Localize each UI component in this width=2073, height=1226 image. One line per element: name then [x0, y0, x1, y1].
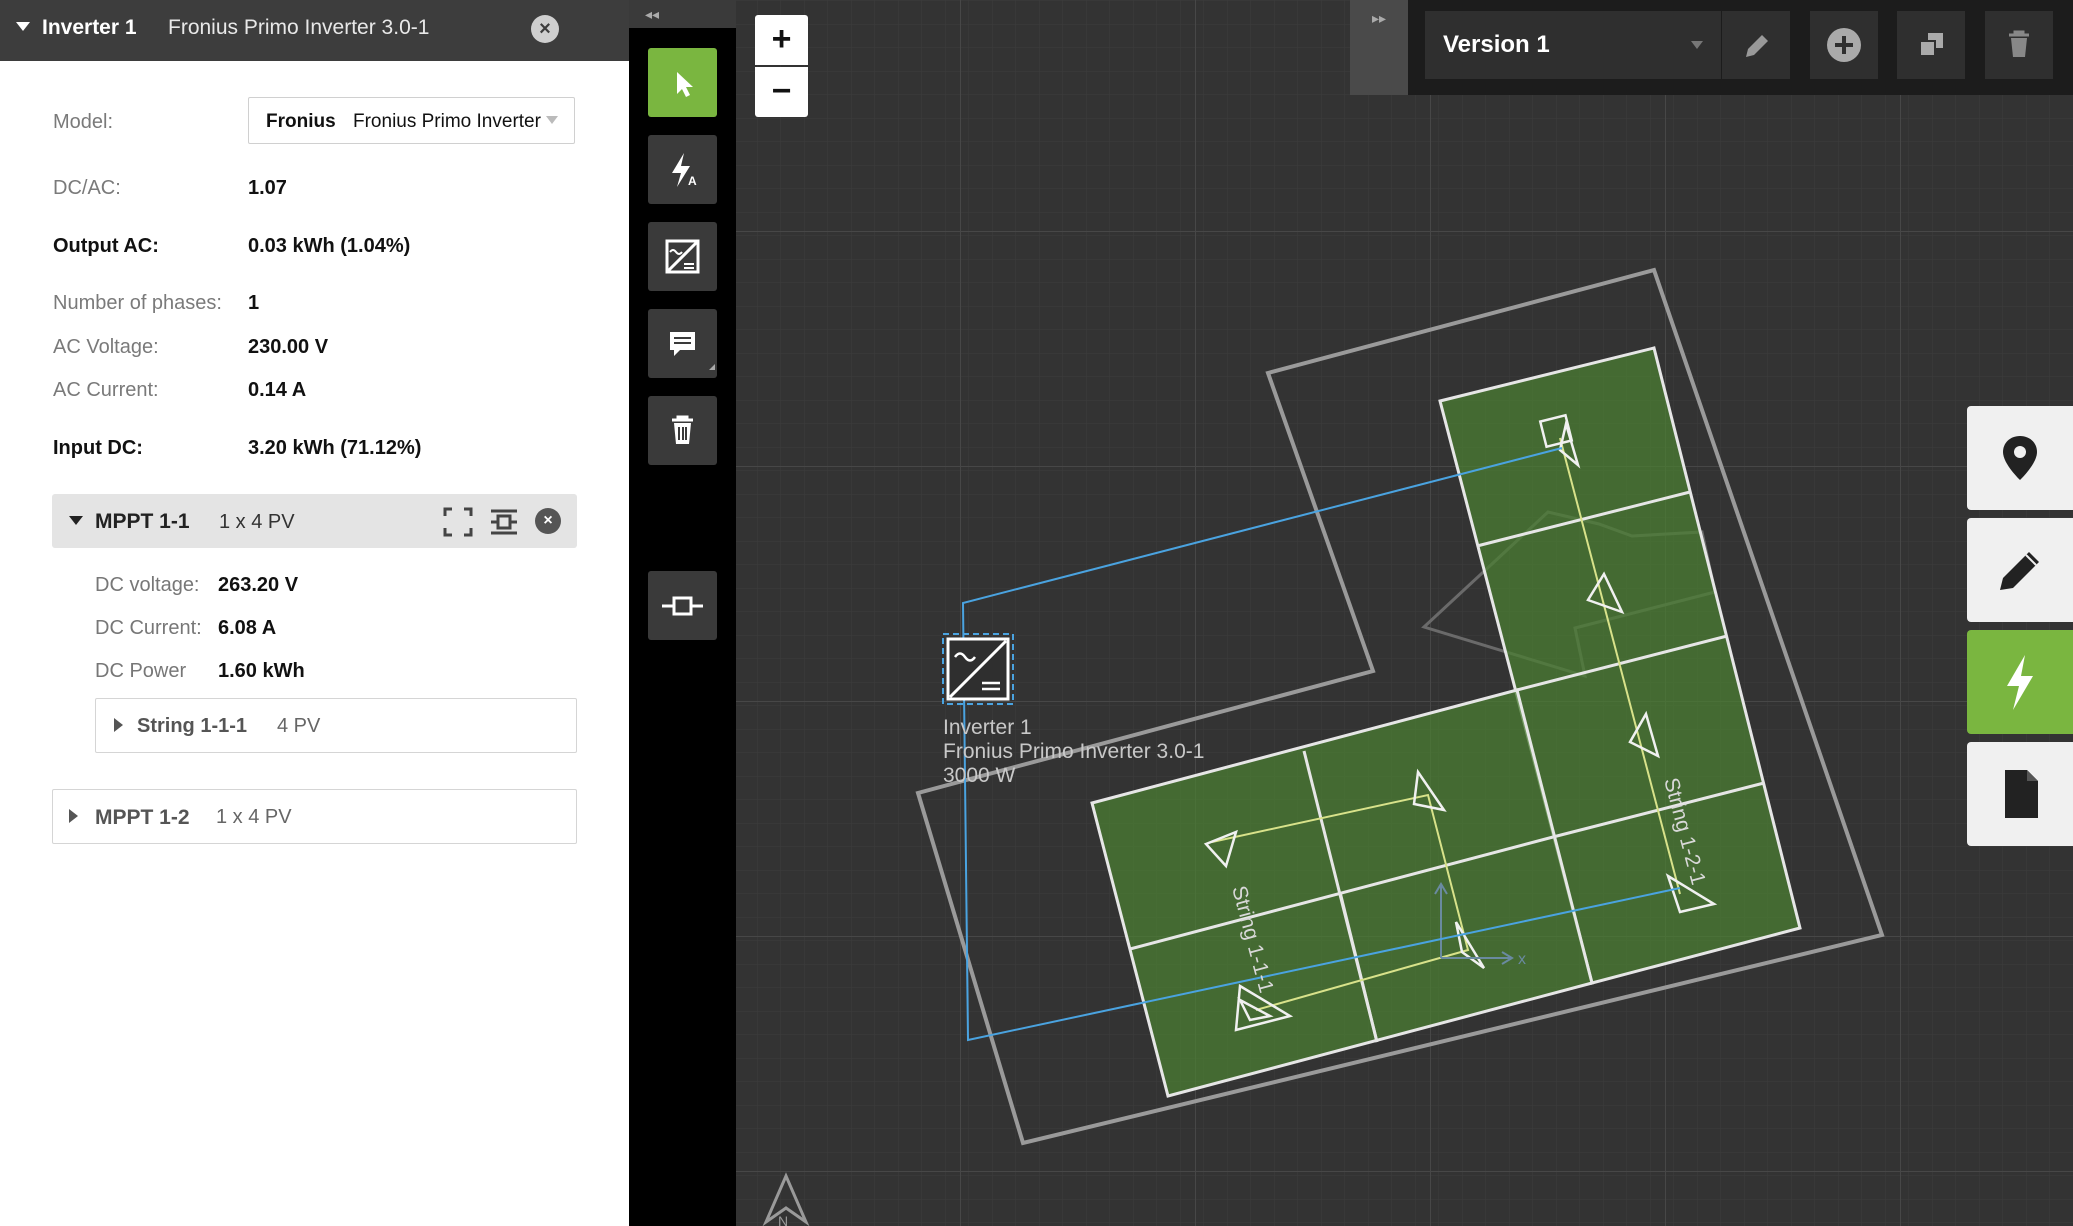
cursor-icon	[677, 72, 693, 97]
map-pin-icon	[2003, 436, 2037, 480]
comment-tool-button[interactable]	[648, 309, 717, 378]
mppt-1-header[interactable]: MPPT 1-1 1 x 4 PV ×	[52, 494, 577, 548]
edit-button[interactable]	[1967, 518, 2073, 622]
topbar-collapse-button[interactable]: ▸▸	[1350, 0, 1408, 95]
dc-current-value: 6.08 A	[218, 617, 277, 639]
add-version-button[interactable]	[1810, 11, 1878, 79]
pencil-icon	[2000, 552, 2039, 590]
axis-x-label: x	[1518, 951, 1526, 968]
model-select[interactable]: Fronius Fronius Primo Inverter	[248, 97, 575, 144]
input-dc-label: Input DC:	[53, 437, 143, 459]
expand-icon[interactable]	[443, 507, 473, 537]
inverter-properties-panel: Inverter 1 Fronius Primo Inverter 3.0-1 …	[0, 0, 629, 1226]
zoom-out-button[interactable]: −	[755, 67, 808, 117]
output-ac-value: 0.03 kWh (1.04%)	[248, 235, 411, 257]
input-dc-value: 3.20 kWh (71.12%)	[248, 437, 422, 459]
chevron-down-icon	[1691, 41, 1703, 49]
inverter-icon[interactable]	[946, 637, 1010, 701]
string-config: 4 PV	[277, 715, 321, 737]
select-tool-button[interactable]	[648, 48, 717, 117]
dcac-label: DC/AC:	[53, 177, 121, 199]
distribute-icon[interactable]	[489, 507, 519, 537]
ac-current-label: AC Current:	[53, 379, 159, 401]
duplicate-version-button[interactable]	[1897, 11, 1965, 79]
trash-icon	[672, 415, 693, 444]
mppt-2-config: 1 x 4 PV	[216, 806, 292, 828]
inverter-canvas-name: Inverter 1	[943, 716, 1032, 739]
duplicate-icon	[1919, 33, 1943, 57]
document-button[interactable]	[1967, 742, 2073, 846]
phases-label: Number of phases:	[53, 292, 222, 314]
trash-icon	[2009, 30, 2029, 57]
inverter-tool-button[interactable]	[648, 222, 717, 291]
delete-tool-button[interactable]	[648, 396, 717, 465]
remove-mppt-icon[interactable]: ×	[535, 508, 561, 534]
dc-voltage-value: 263.20 V	[218, 574, 299, 596]
dc-power-value: 1.60 kWh	[218, 660, 305, 682]
close-icon[interactable]: ×	[531, 15, 559, 43]
phases-value: 1	[248, 292, 260, 314]
mppt-1-config: 1 x 4 PV	[219, 511, 295, 533]
lightning-a-icon: A	[672, 153, 697, 188]
rename-version-button[interactable]	[1722, 11, 1790, 79]
inverter-canvas-power: 3000 W	[943, 764, 1016, 787]
string-1-1-1-row[interactable]: String 1-1-1 4 PV	[95, 698, 577, 753]
toolbar-collapse-button[interactable]: ◂◂	[629, 0, 736, 28]
string-title: String 1-1-1	[137, 715, 248, 737]
dc-voltage-label: DC voltage:	[95, 574, 200, 596]
document-icon	[2005, 770, 2038, 818]
zoom-in-button[interactable]: +	[755, 15, 808, 65]
connector-tool-button[interactable]	[648, 571, 717, 640]
delete-version-button[interactable]	[1985, 11, 2053, 79]
connector-icon	[662, 596, 703, 616]
mppt-2-header[interactable]: MPPT 1-2 1 x 4 PV	[52, 789, 577, 844]
north-label: N	[778, 1213, 788, 1226]
mppt-1-title: MPPT 1-1	[95, 510, 190, 533]
model-name: Fronius Primo Inverter	[353, 111, 541, 132]
inverter-canvas-model: Fronius Primo Inverter 3.0-1	[943, 740, 1204, 763]
design-canvas[interactable]: x Inverter 1 Fronius Primo Inverter 3.0-…	[736, 0, 2073, 1226]
model-label: Model:	[53, 111, 114, 133]
inverter-icon	[665, 239, 700, 274]
comment-icon	[670, 332, 715, 370]
caret-down-icon[interactable]	[69, 516, 83, 525]
mppt-2-title: MPPT 1-2	[95, 806, 190, 829]
caret-right-icon[interactable]	[69, 809, 78, 823]
collapse-caret-icon[interactable]	[16, 22, 30, 31]
electrical-button[interactable]	[1967, 630, 2073, 734]
svg-text:A: A	[688, 174, 697, 188]
panel-header: Inverter 1 Fronius Primo Inverter 3.0-1 …	[0, 0, 629, 61]
location-button[interactable]	[1967, 406, 2073, 510]
ac-voltage-label: AC Voltage:	[53, 336, 159, 358]
ac-voltage-value: 230.00 V	[248, 336, 329, 358]
dc-power-label: DC Power	[95, 660, 187, 682]
ac-current-value: 0.14 A	[248, 379, 307, 401]
dc-current-label: DC Current:	[95, 617, 202, 639]
pencil-icon	[1746, 35, 1768, 57]
version-label: Version 1	[1443, 31, 1550, 58]
model-brand: Fronius	[266, 111, 336, 132]
version-select[interactable]: Version 1	[1425, 11, 1721, 79]
inverter-model-title: Fronius Primo Inverter 3.0-1	[168, 16, 430, 39]
output-ac-label: Output AC:	[53, 235, 159, 257]
add-circle-icon	[1827, 28, 1861, 62]
inverter-name: Inverter 1	[42, 16, 137, 39]
dcac-value: 1.07	[248, 177, 287, 199]
auto-string-tool-button[interactable]: A	[648, 135, 717, 204]
lightning-icon	[2007, 655, 2033, 710]
chevron-down-icon	[546, 116, 558, 124]
caret-right-icon[interactable]	[114, 718, 123, 732]
